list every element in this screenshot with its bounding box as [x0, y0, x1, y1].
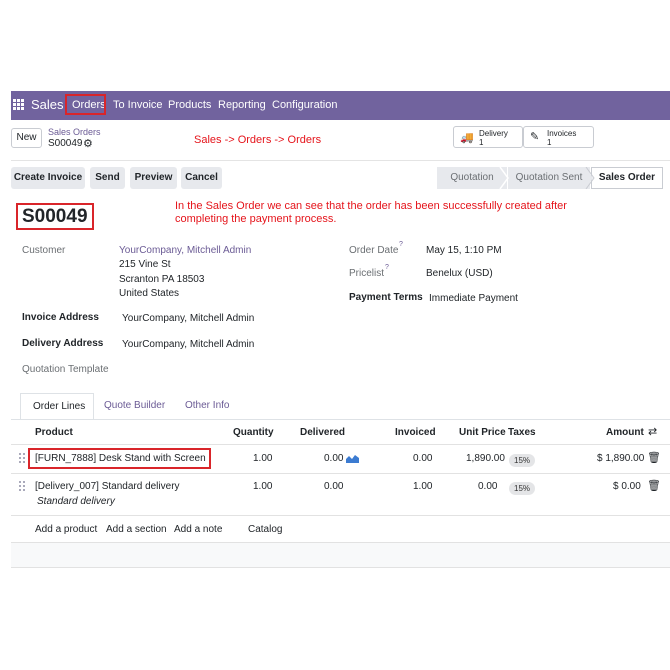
tab-quote-builder[interactable]: Quote Builder [104, 400, 165, 411]
row-1-delivered: 0.00 [324, 453, 344, 464]
customer-label: Customer [22, 245, 66, 256]
menu-to-invoice[interactable]: To Invoice [113, 99, 163, 111]
header-divider [11, 444, 670, 445]
tab-divider [11, 419, 670, 420]
menu-configuration[interactable]: Configuration [272, 99, 337, 111]
payment-terms-field[interactable]: Immediate Payment [429, 293, 518, 304]
address-line-1: 215 Vine St [119, 259, 171, 270]
address-line-2: Scranton PA 18503 [119, 274, 205, 285]
row-1-amount: $ 1,890.00 [597, 453, 645, 464]
row-2-invoiced: 1.00 [413, 481, 433, 492]
col-delivered[interactable]: Delivered [300, 427, 345, 438]
row-2-quantity[interactable]: 1.00 [253, 481, 272, 492]
status-quotation-sent[interactable]: Quotation Sent [508, 167, 590, 189]
forecast-chart-icon[interactable] [346, 453, 359, 463]
tab-order-lines-label: Order Lines [33, 401, 86, 412]
top-navbar: Sales Orders To Invoice Products Reporti… [11, 91, 670, 120]
col-amount[interactable]: Amount [606, 427, 644, 438]
breadcrumb-current: S00049 [48, 138, 83, 149]
address-line-3: United States [119, 288, 180, 299]
column-settings-icon[interactable]: ⇄ [648, 425, 657, 438]
sheet-bottom [11, 568, 670, 578]
row-1-tax-badge[interactable]: 15% [509, 454, 536, 467]
row-2-unit-price[interactable]: 0.00 [478, 481, 497, 492]
invoice-address-field[interactable]: YourCompany, Mitchell Admin [122, 313, 254, 324]
help-tooltip-icon[interactable]: ? [399, 241, 403, 248]
col-taxes[interactable]: Taxes [508, 427, 536, 438]
status-sales-order[interactable]: Sales Order [591, 167, 663, 189]
menu-reporting[interactable]: Reporting [218, 99, 266, 111]
row-2-tax-badge[interactable]: 15% [509, 482, 536, 495]
col-unit-price[interactable]: Unit Price [459, 427, 506, 438]
new-button[interactable]: New [11, 128, 42, 148]
row-1-unit-price[interactable]: 1,890.00 [466, 453, 505, 464]
orders-highlight-box [65, 94, 106, 115]
add-section-link[interactable]: Add a section [106, 524, 167, 535]
cancel-button[interactable]: Cancel [181, 167, 222, 189]
menu-products[interactable]: Products [168, 99, 211, 111]
delivery-count: 1 [479, 138, 484, 147]
add-note-link[interactable]: Add a note [174, 524, 222, 535]
send-button[interactable]: Send [90, 167, 125, 189]
create-invoice-button[interactable]: Create Invoice [11, 167, 85, 189]
row-divider [11, 515, 670, 516]
order-date-label: Order Date [349, 245, 399, 256]
drag-handle-icon[interactable] [19, 453, 25, 463]
invoice-address-label: Invoice Address [22, 312, 99, 323]
success-annotation: In the Sales Order we can see that the o… [175, 200, 567, 225]
preview-button[interactable]: Preview [130, 167, 177, 189]
quotation-template-label: Quotation Template [22, 364, 109, 375]
row-1-invoiced: 0.00 [413, 453, 433, 464]
trash-icon[interactable]: 🗑 [647, 479, 661, 492]
invoice-edit-icon: ✎ [530, 131, 540, 143]
pricelist-label: Pricelist [349, 268, 385, 279]
invoices-count: 1 [547, 138, 552, 147]
row-2-description[interactable]: Standard delivery [37, 496, 115, 507]
delivery-address-label: Delivery Address [22, 338, 104, 349]
invoices-label: Invoices [547, 129, 577, 138]
status-arrow-1 [499, 167, 509, 189]
status-quotation[interactable]: Quotation [437, 167, 507, 189]
row-2-product[interactable]: [Delivery_007] Standard delivery [35, 481, 180, 492]
app-brand[interactable]: Sales [31, 97, 64, 112]
col-product[interactable]: Product [35, 427, 73, 438]
delivery-address-field[interactable]: YourCompany, Mitchell Admin [122, 339, 254, 350]
order-date-field[interactable]: May 15, 1:10 PM [426, 245, 502, 256]
row-2-amount: $ 0.00 [613, 481, 641, 492]
catalog-link[interactable]: Catalog [248, 524, 282, 535]
path-annotation: Sales -> Orders -> Orders [194, 134, 322, 146]
delivery-smart-button[interactable]: 🚚 Delivery 1 [453, 126, 523, 148]
col-quantity[interactable]: Quantity [233, 427, 274, 438]
row-divider [11, 473, 670, 474]
pricelist-field[interactable]: Benelux (USD) [426, 268, 493, 279]
table-footer-area [11, 543, 670, 567]
invoices-smart-button[interactable]: ✎ Invoices 1 [523, 126, 594, 148]
breadcrumb-parent[interactable]: Sales Orders [48, 127, 101, 137]
truck-icon: 🚚 [460, 132, 474, 144]
row-2-delivered: 0.00 [324, 481, 344, 492]
drag-handle-icon[interactable] [19, 481, 25, 491]
customer-name[interactable]: YourCompany, Mitchell Admin [119, 245, 251, 256]
apps-grid-icon[interactable] [13, 99, 25, 111]
order-name: S00049 [22, 206, 88, 227]
help-tooltip-icon[interactable]: ? [385, 264, 389, 271]
status-arrow-2 [585, 167, 595, 189]
row-1-product[interactable]: [FURN_7888] Desk Stand with Screen [35, 453, 206, 464]
trash-icon[interactable]: 🗑 [647, 451, 661, 464]
col-invoiced[interactable]: Invoiced [395, 427, 436, 438]
gear-icon[interactable]: ⚙ [83, 137, 93, 150]
tab-order-lines[interactable]: Order Lines [20, 393, 94, 420]
tab-other-info[interactable]: Other Info [185, 400, 229, 411]
delivery-label: Delivery [479, 129, 508, 138]
add-product-link[interactable]: Add a product [35, 524, 97, 535]
payment-terms-label: Payment Terms [349, 292, 423, 303]
row-1-quantity[interactable]: 1.00 [253, 453, 272, 464]
